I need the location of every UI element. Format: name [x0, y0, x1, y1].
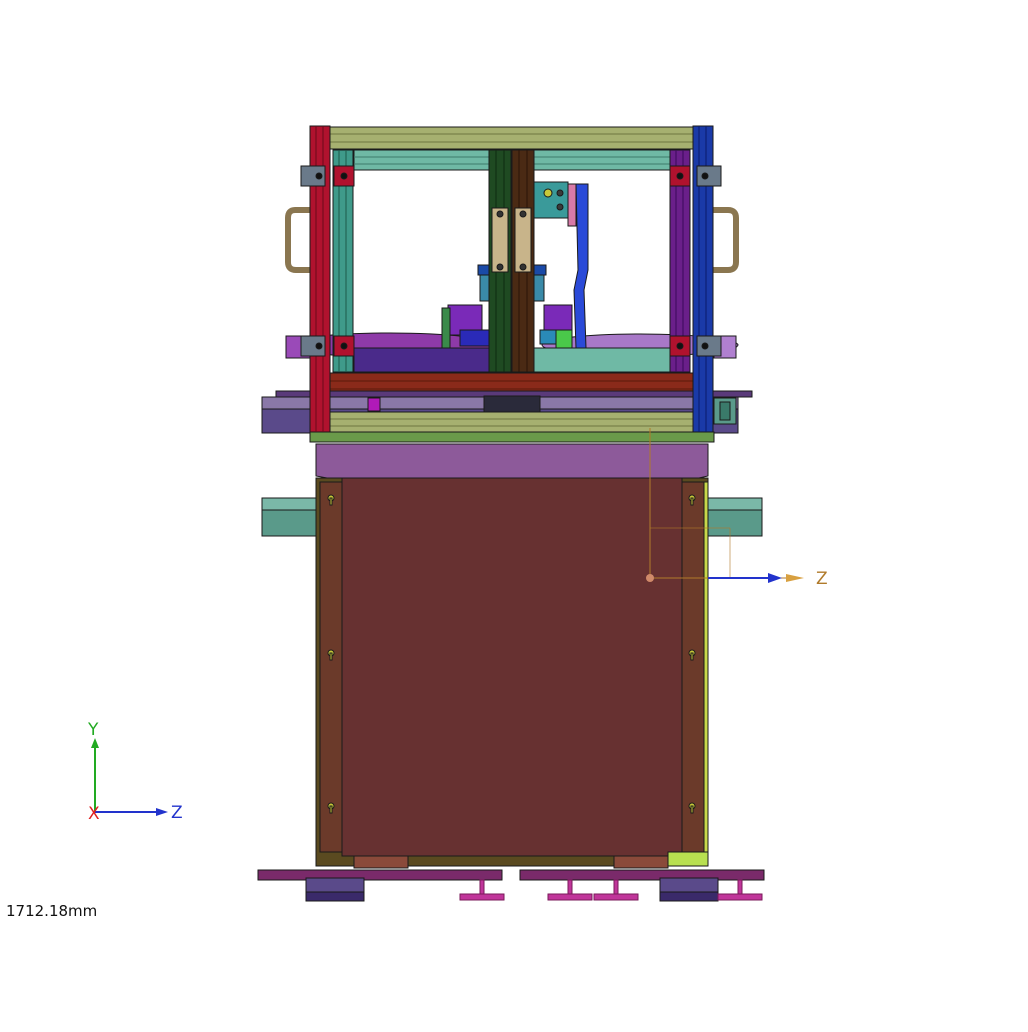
triad-y-label: Y: [88, 720, 99, 740]
cabinet-left-flange: [319, 481, 343, 853]
cabinet-door-panel: [341, 477, 683, 857]
view-orientation-triad[interactable]: [91, 738, 168, 816]
cad-viewport[interactable]: Y Z X Z 1712.18mm: [0, 0, 1028, 1028]
scale-readout: 1712.18mm: [6, 902, 98, 920]
sensor-bracket: [533, 181, 569, 219]
feet-rail-left: [257, 869, 503, 881]
feet-rail-right: [519, 869, 765, 881]
caster-right: [659, 877, 719, 902]
cabinet-right-flange: [681, 481, 705, 853]
lower-rail: [329, 411, 695, 433]
origin-point: [646, 574, 654, 582]
cabinet-top: [315, 443, 709, 481]
magenta-block: [367, 397, 381, 412]
blue-arm: [573, 183, 589, 349]
origin-z-arrow-icon: [768, 573, 782, 583]
center-block: [483, 395, 541, 413]
left-handle: [285, 207, 310, 273]
mid-rail-teal: [533, 347, 671, 373]
right-handle: [712, 207, 739, 273]
machine-assembly: [257, 125, 765, 902]
model-canvas[interactable]: [0, 0, 1028, 1028]
triad-x-label: X: [88, 804, 100, 824]
top-rail: [329, 126, 695, 150]
triad-z-arrow-icon: [156, 808, 168, 816]
caster-left: [305, 877, 365, 902]
origin-z-label: Z: [816, 569, 828, 589]
triad-z-label: Z: [171, 803, 183, 823]
mid-rail-purple: [353, 347, 491, 373]
frame-base-strip: [309, 431, 715, 443]
